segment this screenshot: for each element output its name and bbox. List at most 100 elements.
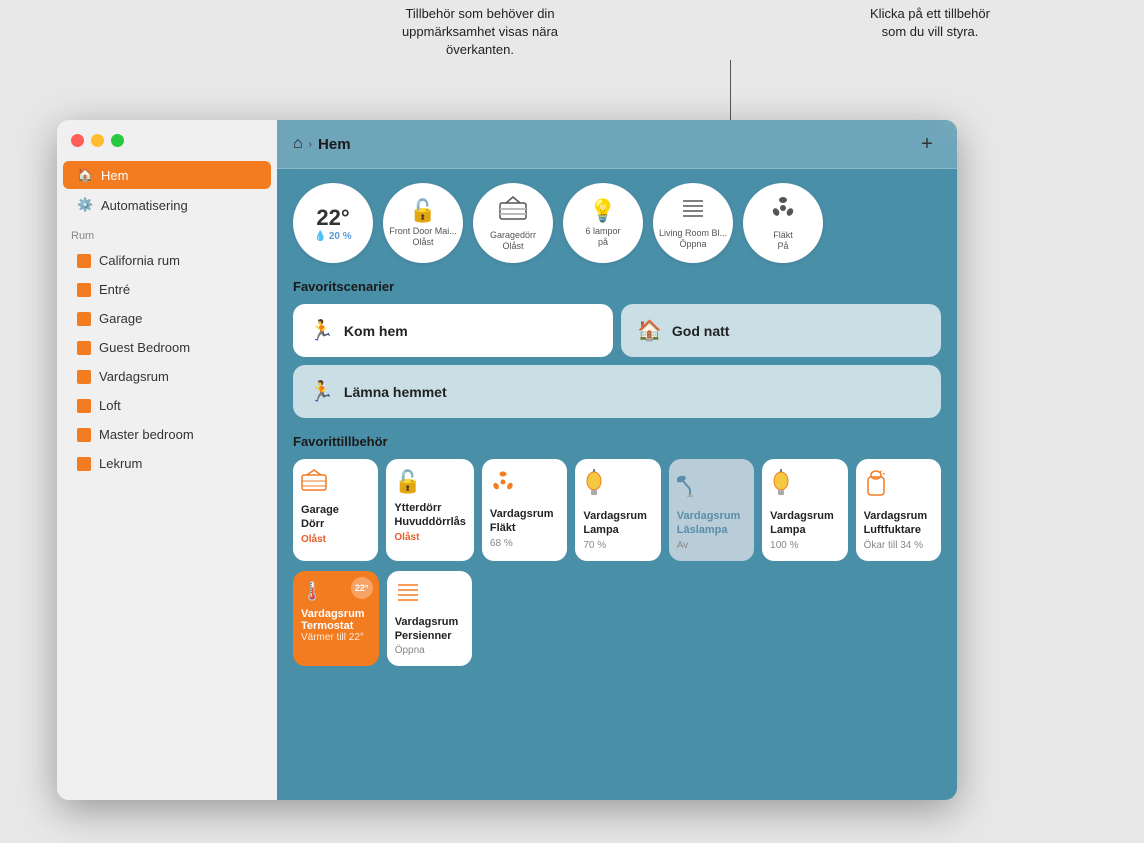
main-window: 🏠 Hem ⚙️ Automatisering Rum California r…: [57, 120, 957, 800]
accessories-title: Favorittillbehör: [293, 434, 941, 449]
tile-name: VardagsrumLäslampa: [677, 509, 741, 538]
humidifier-icon: [864, 469, 888, 503]
sidebar-hem-label: Hem: [101, 168, 128, 183]
thermostat-icon: 🌡️: [301, 581, 323, 602]
sidebar-item-loft[interactable]: Loft: [63, 392, 271, 419]
sidebar-room-label: Master bedroom: [99, 427, 194, 442]
tile-garage-dorr[interactable]: GarageDörr Olåst: [293, 459, 378, 561]
header-home-icon: ⌂: [293, 135, 303, 153]
sidebar-item-garage[interactable]: Garage: [63, 305, 271, 332]
sidebar-item-hem[interactable]: 🏠 Hem: [63, 161, 271, 189]
status-row: 22° 💧 20 % 🔓 Front Door Mai...Olåst: [293, 183, 941, 263]
tile-vardagsrum-laslampa[interactable]: VardagsrumLäslampa Av: [669, 459, 754, 561]
window-controls: [71, 134, 124, 147]
scenario-lamna-hemmet[interactable]: 🏃 Lämna hemmet: [293, 365, 941, 418]
sidebar-room-label: Lekrum: [99, 456, 142, 471]
room-icon: [77, 254, 91, 268]
desk-lamp-icon: [677, 469, 703, 503]
tile-vardagsrum-persienner[interactable]: VardagsrumPersienner Öppna: [387, 571, 473, 667]
tile-vardagsrum-flakt[interactable]: VardagsrumFläkt 68 %: [482, 459, 567, 561]
scenario-label: Lämna hemmet: [344, 384, 447, 400]
tile-status: Olåst: [394, 532, 419, 543]
room-icon: [77, 457, 91, 471]
tile-vardagsrum-lampa1[interactable]: VardagsrumLampa 70 %: [575, 459, 660, 561]
garage-acc-icon: [301, 469, 327, 497]
room-icon: [77, 283, 91, 297]
sidebar: 🏠 Hem ⚙️ Automatisering Rum California r…: [57, 120, 277, 800]
garage-door-widget[interactable]: GaragedörrOlåst: [473, 183, 553, 263]
main-scroll[interactable]: 22° 💧 20 % 🔓 Front Door Mai...Olåst: [277, 169, 957, 800]
sidebar-item-lekrum[interactable]: Lekrum: [63, 450, 271, 477]
main-header: ⌂ › Hem +: [277, 120, 957, 169]
sidebar-item-master-bedroom[interactable]: Master bedroom: [63, 421, 271, 448]
blind-label: Living Room Bl...Öppna: [659, 228, 727, 250]
tile-vardagsrum-luftfuktare[interactable]: VardagsrumLuftfuktare Ökar till 34 %: [856, 459, 941, 561]
scenario-icon: 🏃: [309, 318, 334, 343]
fan-label: FläktPå: [773, 230, 793, 252]
unlock-icon: 🔓: [409, 198, 436, 224]
main-content: ⌂ › Hem + 22° 💧 20 %: [277, 120, 957, 800]
temp-widget[interactable]: 22° 💧 20 %: [293, 183, 373, 263]
blind-acc-icon: [395, 581, 421, 609]
lamp2-acc-icon: [770, 469, 792, 503]
header-left: ⌂ › Hem: [293, 135, 351, 153]
tile-name: GarageDörr: [301, 503, 339, 532]
tile-name: VardagsrumTermostat: [301, 608, 365, 632]
annotation-area: Tillbehör som behöver din uppmärksamhet …: [0, 0, 1144, 120]
tile-status: Öppna: [395, 645, 425, 656]
maximize-button[interactable]: [111, 134, 124, 147]
lamps-widget[interactable]: 💡 6 lamporpå: [563, 183, 643, 263]
sidebar-item-vardagsrum[interactable]: Vardagsrum: [63, 363, 271, 390]
room-icon: [77, 312, 91, 326]
lamp-acc-icon: [583, 469, 605, 503]
scenario-kom-hem[interactable]: 🏃 Kom hem: [293, 304, 613, 357]
tile-name: YtterdörrHuvuddörrlås: [394, 501, 466, 530]
sidebar-automatisering-label: Automatisering: [101, 198, 188, 213]
fan-acc-icon: [490, 469, 516, 501]
temp-badge: 22°: [351, 577, 373, 599]
sidebar-item-entré[interactable]: Entré: [63, 276, 271, 303]
garage-door-label: GaragedörrOlåst: [490, 230, 536, 252]
fan-widget[interactable]: FläktPå: [743, 183, 823, 263]
tile-status: Av: [677, 540, 689, 551]
lamps-label: 6 lamporpå: [585, 226, 620, 248]
tile-status: 70 %: [583, 540, 606, 551]
annotation-right: Klicka på ett tillbehör som du vill styr…: [830, 5, 1030, 41]
room-icon: [77, 341, 91, 355]
lock-acc-icon: 🔓: [394, 469, 421, 495]
sidebar-item-guest-bedroom[interactable]: Guest Bedroom: [63, 334, 271, 361]
add-button[interactable]: +: [913, 130, 941, 158]
sidebar-room-label: Loft: [99, 398, 121, 413]
blind-widget[interactable]: Living Room Bl...Öppna: [653, 183, 733, 263]
tile-status: Olåst: [301, 534, 326, 545]
sidebar-item-automatisering[interactable]: ⚙️ Automatisering: [63, 191, 271, 219]
room-icon: [77, 370, 91, 384]
room-icon: [77, 428, 91, 442]
tile-vardagsrum-lampa2[interactable]: VardagsrumLampa 100 %: [762, 459, 847, 561]
close-button[interactable]: [71, 134, 84, 147]
minimize-button[interactable]: [91, 134, 104, 147]
room-icon: [77, 399, 91, 413]
front-door-label: Front Door Mai...Olåst: [389, 226, 457, 248]
tile-ytterdorr[interactable]: 🔓 YtterdörrHuvuddörrlås Olåst: [386, 459, 474, 561]
temp-value: 22°: [316, 205, 349, 231]
tile-name: VardagsrumFläkt: [490, 507, 554, 536]
lamp-icon: 💡: [589, 198, 616, 224]
sidebar-room-label: Guest Bedroom: [99, 340, 190, 355]
sidebar-item-california-rum[interactable]: California rum: [63, 247, 271, 274]
garage-icon: [498, 195, 528, 228]
tile-status: Värmer till 22°: [301, 632, 364, 643]
scenario-god-natt[interactable]: 🏠 God natt: [621, 304, 941, 357]
sidebar-room-label: California rum: [99, 253, 180, 268]
sidebar-section-rum: Rum: [57, 220, 277, 246]
blind-icon: [679, 196, 707, 226]
front-door-widget[interactable]: 🔓 Front Door Mai...Olåst: [383, 183, 463, 263]
scenario-label: Kom hem: [344, 323, 408, 339]
tile-name: VardagsrumLuftfuktare: [864, 509, 928, 538]
tile-status: 100 %: [770, 540, 798, 551]
home-icon: 🏠: [77, 167, 93, 183]
scenario-label: God natt: [672, 323, 730, 339]
tile-vardagsrum-termostat[interactable]: 22° 🌡️ VardagsrumTermostat Värmer till 2…: [293, 571, 379, 667]
tile-name: VardagsrumLampa: [583, 509, 647, 538]
tile-name: VardagsrumPersienner: [395, 615, 459, 644]
